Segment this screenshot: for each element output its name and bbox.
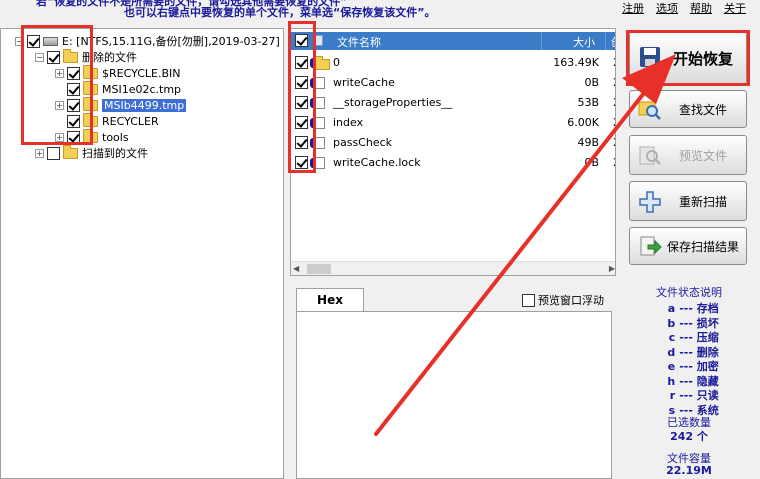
- annotation-arrow-icon: [374, 54, 676, 436]
